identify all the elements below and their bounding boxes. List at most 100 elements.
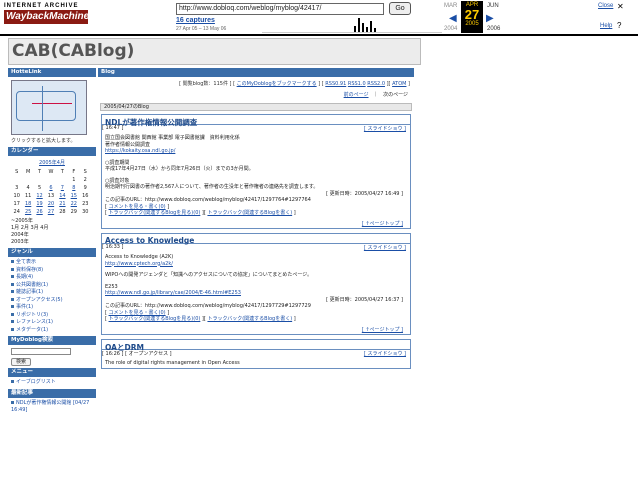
comment-link[interactable]: コメントを見る・書く(0) xyxy=(109,310,166,316)
help-icon[interactable]: ? xyxy=(617,21,621,30)
calendar-day: 5 xyxy=(37,185,42,191)
recent-header: 最新記事 xyxy=(8,388,96,398)
genre-item[interactable]: 事件(1) xyxy=(11,304,93,312)
wayback-url-input[interactable]: http://www.dobloq.com/weblog/myblog/4241… xyxy=(176,3,384,15)
comment-link[interactable]: コメントを見る・書く(0) xyxy=(109,204,166,210)
genre-item[interactable]: オープンアクセス(5) xyxy=(11,297,93,305)
next-page-label: 次のページ xyxy=(383,92,408,98)
slideshow-link[interactable]: [ スライドショウ ] xyxy=(364,350,406,357)
bullet-icon xyxy=(11,380,14,383)
calendar-day: 24 xyxy=(13,209,20,215)
next-year-label[interactable]: 2006 xyxy=(487,26,500,32)
calendar-day-link[interactable]: 20 xyxy=(45,200,56,208)
pagetop-link[interactable]: [ ↑ページトップ ] xyxy=(105,327,407,334)
pagetop-link[interactable]: [ ↑ページトップ ] xyxy=(105,221,407,228)
bullet-icon xyxy=(11,267,14,271)
calendar-day-link[interactable]: 26 xyxy=(34,208,45,216)
genre-label: リポジトリ(3) xyxy=(16,311,49,318)
close-icon[interactable]: ✕ xyxy=(617,2,624,11)
calendar-day-link[interactable]: 21 xyxy=(57,200,68,208)
next-month-label[interactable]: JUN xyxy=(487,3,499,9)
recent-item[interactable]: NDLが著作権情報公開館 [04/27 16:49] xyxy=(11,400,93,415)
calendar-day: 10 xyxy=(13,193,20,199)
archive-year[interactable]: 2004年 xyxy=(11,232,93,239)
entry-url[interactable]: http://www.dobloq.com/weblog/myblog/4241… xyxy=(145,303,311,309)
trackback-view-link[interactable]: トラックバック(関連するBlogを見る)(0) xyxy=(109,210,201,216)
prev-month-label[interactable]: MAR xyxy=(444,3,457,9)
calendar: 2005年4月 S M T W T F S 1 2 3 4 5 6 7 8 9 … xyxy=(11,159,93,216)
slideshow-link[interactable]: [ スライドショウ ] xyxy=(364,125,406,132)
calendar-day: 16 xyxy=(82,193,89,199)
calendar-day-link[interactable]: 27 xyxy=(45,208,56,216)
genre-item[interactable]: 資料保存(8) xyxy=(11,267,93,275)
blog-section-header: Blog xyxy=(98,68,414,77)
entry-trackback-row: [ トラックバック(関連するBlogを見る)(0) ][ トラックバック(関連す… xyxy=(105,316,296,322)
captures-link[interactable]: 16 captures xyxy=(176,17,215,24)
hottelink-header: HotteLink xyxy=(8,68,96,77)
prev-capture-arrow-icon[interactable]: ◀ xyxy=(449,13,457,24)
entry-time: [ 16:26 ] [ オープンアクセス ] xyxy=(102,351,172,357)
calendar-day-link[interactable]: 6 xyxy=(45,184,56,192)
menu-item[interactable]: イーブログリスト xyxy=(11,379,93,387)
menu-header: メニュー xyxy=(8,368,96,377)
hottelink-map-image[interactable] xyxy=(11,80,87,135)
trackback-write-link[interactable]: トラックバック(関連するBlogを書く) xyxy=(207,210,292,216)
menu-list: イーブログリスト xyxy=(11,379,93,387)
captures-sparkline[interactable] xyxy=(262,17,442,33)
bullet-icon xyxy=(11,305,14,308)
map-shape xyxy=(16,91,76,121)
genre-item[interactable]: 全て表示 xyxy=(11,259,93,267)
calendar-day-link[interactable]: 12 xyxy=(34,192,45,200)
archive-year: ~2005年 xyxy=(11,218,33,224)
rss10-link[interactable]: RSS1.0 xyxy=(348,81,366,87)
calendar-day-link[interactable]: 18 xyxy=(22,200,33,208)
atom-link[interactable]: ATOM xyxy=(392,81,406,87)
genre-item[interactable]: メタデータ(1) xyxy=(11,327,93,335)
calendar-day-link[interactable]: 22 xyxy=(68,200,79,208)
calendar-day-link[interactable]: 14 xyxy=(57,192,68,200)
calendar-day-link[interactable]: 19 xyxy=(34,200,45,208)
genre-item[interactable]: 公共図書館(1) xyxy=(11,282,93,290)
blog-title[interactable]: CAB(CABlog) xyxy=(12,41,134,61)
genre-item[interactable]: レファレンス(1) xyxy=(11,319,93,327)
calendar-day-link[interactable]: 7 xyxy=(57,184,68,192)
bookmark-link[interactable]: このMyDoblogをブックマークする xyxy=(237,81,317,87)
wayback-go-button[interactable]: Go xyxy=(389,2,411,15)
help-link[interactable]: Help xyxy=(600,23,612,29)
archive-months[interactable]: 1月 2月 3月 4月 xyxy=(11,225,93,232)
genre-item[interactable]: リポジトリ(3) xyxy=(11,312,93,320)
rss20-link[interactable]: RSS2.0 xyxy=(367,81,385,87)
trackback-view-link[interactable]: トラックバック(関連するBlogを見る)(0) xyxy=(109,316,201,322)
rss091-link[interactable]: RSS0.91 xyxy=(325,81,346,87)
genre-list: 全て表示 資料保存(8) 長期(4) 公共図書館(1) 雑誌記事(1) オープン… xyxy=(11,259,93,334)
archive-year[interactable]: 2003年 xyxy=(11,239,93,246)
entry-title[interactable]: NDLが著作権情報公開調査 xyxy=(102,115,410,127)
entry-title[interactable]: Access to Knowledge xyxy=(102,234,410,245)
genre-label: 雑誌記事(1) xyxy=(16,289,44,295)
calendar-day-name: M xyxy=(25,169,31,175)
calendar-day-link[interactable]: 25 xyxy=(22,208,33,216)
prev-page-link[interactable]: 前のページ xyxy=(344,92,369,98)
genre-label: メタデータ(1) xyxy=(16,326,49,333)
trackback-write-link[interactable]: トラックバック(関連するBlogを書く) xyxy=(207,316,292,322)
search-input[interactable] xyxy=(11,348,71,355)
search-button[interactable]: 検索 xyxy=(11,358,31,366)
wayback-logo[interactable]: INTERNET ARCHIVE WaybackMachine xyxy=(4,3,92,31)
genre-header: ジャンル xyxy=(8,248,96,257)
prev-year-label[interactable]: 2004 xyxy=(444,26,457,32)
genre-item[interactable]: 雑誌記事(1) xyxy=(11,289,93,297)
calendar-day-link[interactable]: 8 xyxy=(68,184,79,192)
entry-title[interactable]: OAとDRM xyxy=(102,340,410,352)
genre-item[interactable]: 長期(4) xyxy=(11,274,93,282)
calendar-day-link[interactable]: 15 xyxy=(68,192,79,200)
wayback-toolbar: INTERNET ARCHIVE WaybackMachine http://w… xyxy=(0,0,638,36)
calendar-title[interactable]: 2005年4月 xyxy=(11,159,93,166)
next-capture-arrow-icon[interactable]: ▶ xyxy=(486,13,494,24)
close-link[interactable]: Close xyxy=(598,3,613,9)
menu-label: イーブログリスト xyxy=(16,379,56,385)
map-caption: クリックすると拡大します。 xyxy=(11,138,76,144)
calendar-day: 29 xyxy=(70,209,77,215)
entry-url[interactable]: http://www.dobloq.com/weblog/myblog/4241… xyxy=(145,197,311,203)
calendar-day-name: W xyxy=(48,169,54,175)
slideshow-link[interactable]: [ スライドショウ ] xyxy=(364,244,406,251)
